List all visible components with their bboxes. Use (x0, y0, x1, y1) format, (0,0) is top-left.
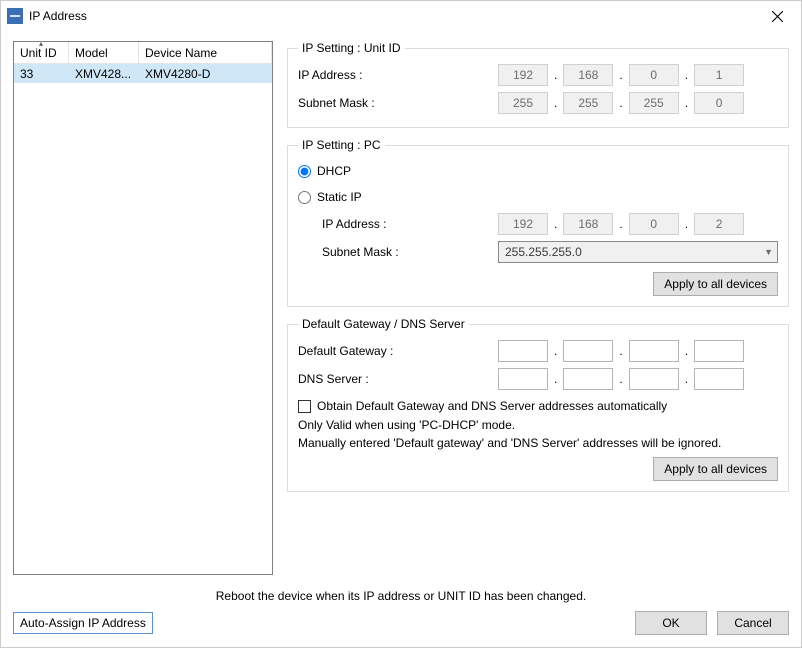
dns-oct2[interactable] (563, 368, 613, 390)
note-line1: Only Valid when using 'PC-DHCP' mode. (298, 417, 778, 433)
unit-ip-label: IP Address : (298, 68, 498, 82)
unit-ip-oct4: 1 (694, 64, 744, 86)
pc-ip-oct1: 192 (498, 213, 548, 235)
dns-oct1[interactable] (498, 368, 548, 390)
dns-oct4[interactable] (694, 368, 744, 390)
gw-oct4[interactable] (694, 340, 744, 362)
dhcp-radio[interactable] (298, 165, 311, 178)
cell-device-name: XMV4280-D (139, 64, 272, 83)
chevron-down-icon: ▼ (764, 247, 773, 257)
obtain-auto-label: Obtain Default Gateway and DNS Server ad… (317, 399, 667, 413)
ok-button[interactable]: OK (635, 611, 707, 635)
static-radio[interactable] (298, 191, 311, 204)
cell-unit-id: 33 (14, 64, 69, 83)
auto-assign-button[interactable]: Auto-Assign IP Address (13, 612, 153, 634)
unit-mask-oct3: 255 (629, 92, 679, 114)
sort-asc-icon: ▴ (39, 41, 43, 47)
gateway-section: Default Gateway / DNS Server Default Gat… (287, 317, 789, 492)
app-icon (7, 8, 23, 24)
pc-ip-section: IP Setting : PC DHCP Static IP IP Addres… (287, 138, 789, 307)
gw-label: Default Gateway : (298, 344, 498, 358)
pc-mask-label: Subnet Mask : (322, 245, 498, 259)
gw-oct2[interactable] (563, 340, 613, 362)
unit-ip-legend: IP Setting : Unit ID (298, 41, 405, 55)
device-row[interactable]: 33 XMV428... XMV4280-D (14, 64, 272, 83)
col-model[interactable]: Model (69, 42, 139, 64)
titlebar: IP Address (1, 1, 801, 31)
device-list-header: ▴ Unit ID Model Device Name (14, 42, 272, 64)
device-list[interactable]: ▴ Unit ID Model Device Name 33 XMV428...… (13, 41, 273, 575)
unit-mask-label: Subnet Mask : (298, 96, 498, 110)
unit-ip-oct2: 168 (563, 64, 613, 86)
pc-ip-oct3: 0 (629, 213, 679, 235)
pc-ip-legend: IP Setting : PC (298, 138, 385, 152)
pc-ip-label: IP Address : (322, 217, 498, 231)
dhcp-label: DHCP (317, 164, 351, 178)
obtain-auto-checkbox[interactable] (298, 400, 311, 413)
pc-mask-combo[interactable]: 255.255.255.0 ▼ (498, 241, 778, 263)
unit-mask-oct1: 255 (498, 92, 548, 114)
dns-oct3[interactable] (629, 368, 679, 390)
unit-ip-section: IP Setting : Unit ID IP Address : 192. 1… (287, 41, 789, 128)
pc-apply-all-button[interactable]: Apply to all devices (653, 272, 778, 296)
unit-mask-oct4: 0 (694, 92, 744, 114)
gateway-legend: Default Gateway / DNS Server (298, 317, 469, 331)
reboot-note: Reboot the device when its IP address or… (13, 589, 789, 603)
unit-mask-oct2: 255 (563, 92, 613, 114)
gw-oct3[interactable] (629, 340, 679, 362)
unit-ip-oct1: 192 (498, 64, 548, 86)
ip-address-dialog: IP Address ▴ Unit ID Model Device Name 3… (0, 0, 802, 648)
unit-ip-oct3: 0 (629, 64, 679, 86)
dns-label: DNS Server : (298, 372, 498, 386)
gw-apply-all-button[interactable]: Apply to all devices (653, 457, 778, 481)
col-unit-id[interactable]: ▴ Unit ID (14, 42, 69, 64)
pc-ip-oct4: 2 (694, 213, 744, 235)
cancel-button[interactable]: Cancel (717, 611, 789, 635)
pc-ip-oct2: 168 (563, 213, 613, 235)
cell-model: XMV428... (69, 64, 139, 83)
close-icon (772, 11, 783, 22)
col-device-name[interactable]: Device Name (139, 42, 272, 64)
note-line2: Manually entered 'Default gateway' and '… (298, 435, 778, 451)
close-button[interactable] (755, 2, 799, 30)
gw-oct1[interactable] (498, 340, 548, 362)
static-label: Static IP (317, 190, 362, 204)
window-title: IP Address (29, 9, 87, 23)
